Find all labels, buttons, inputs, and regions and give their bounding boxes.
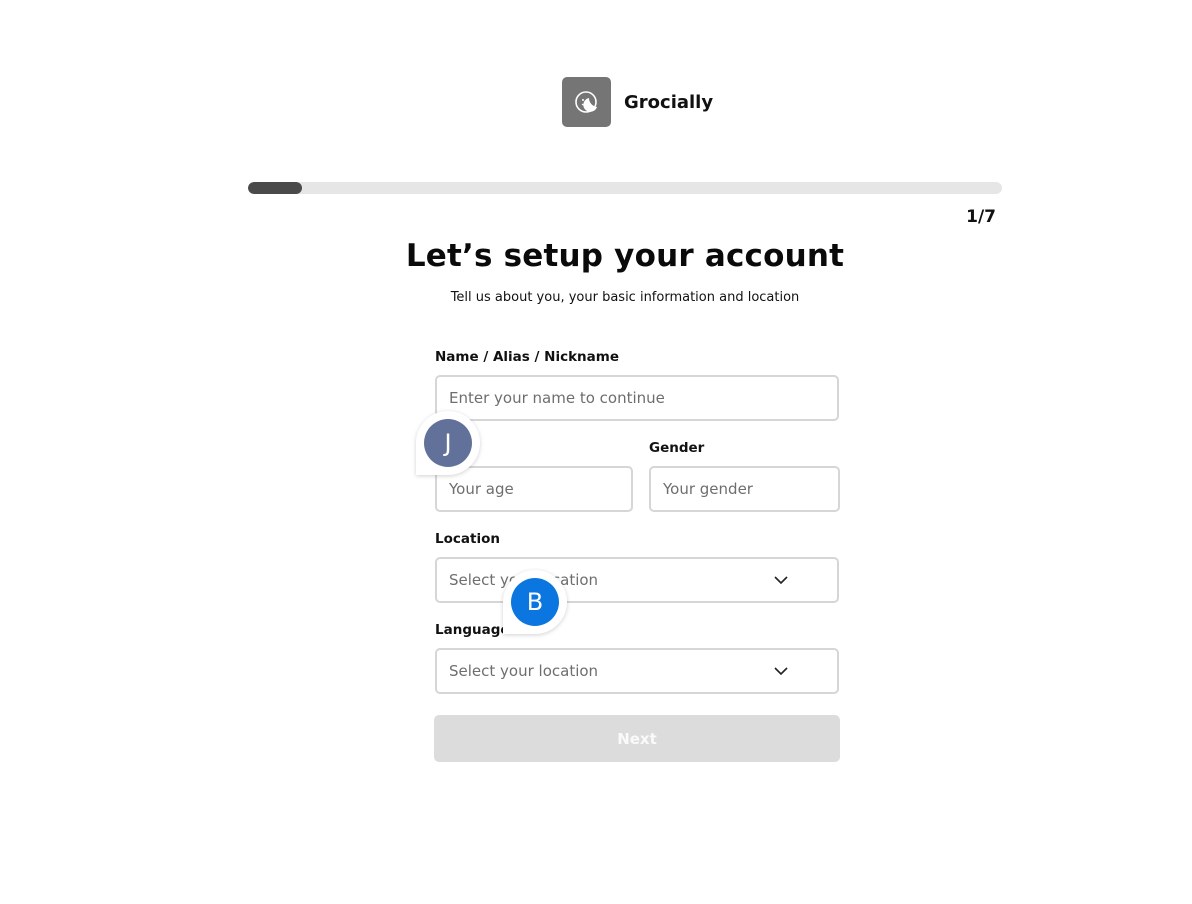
location-select-value: Select your location [449, 571, 599, 589]
age-field[interactable] [435, 466, 633, 512]
language-select[interactable]: Select your location [435, 648, 839, 694]
gender-input[interactable] [663, 468, 838, 510]
chevron-down-icon [773, 666, 789, 676]
name-field[interactable] [435, 375, 839, 421]
page-title: Let’s setup your account [405, 238, 845, 274]
age-input[interactable] [449, 468, 631, 510]
brand-name: Grocially [624, 91, 714, 113]
gender-field[interactable] [649, 466, 840, 512]
location-label: Location [435, 531, 500, 547]
location-select[interactable]: Select your location [435, 557, 839, 603]
next-button[interactable]: Next [434, 715, 840, 762]
collaborator-cursor-b: B [503, 570, 567, 634]
step-counter: 1/7 [966, 207, 996, 227]
brand: Grocially [562, 77, 713, 127]
language-select-value: Select your location [449, 662, 599, 680]
language-label: Language [435, 622, 510, 638]
smiley-moon-icon [574, 91, 597, 113]
progress-fill [248, 182, 302, 194]
avatar: B [511, 578, 559, 626]
progress-bar [248, 182, 1002, 194]
page-subtitle: Tell us about you, your basic informatio… [450, 290, 800, 305]
name-input[interactable] [449, 377, 837, 419]
avatar: J [424, 419, 472, 467]
name-label: Name / Alias / Nickname [435, 349, 619, 365]
collaborator-cursor-j: J [416, 411, 480, 475]
gender-label: Gender [649, 440, 705, 456]
brand-logo [562, 77, 611, 127]
onboarding-page: Grocially 1/7 Let’s setup your account T… [0, 0, 1192, 904]
chevron-down-icon [773, 575, 789, 585]
